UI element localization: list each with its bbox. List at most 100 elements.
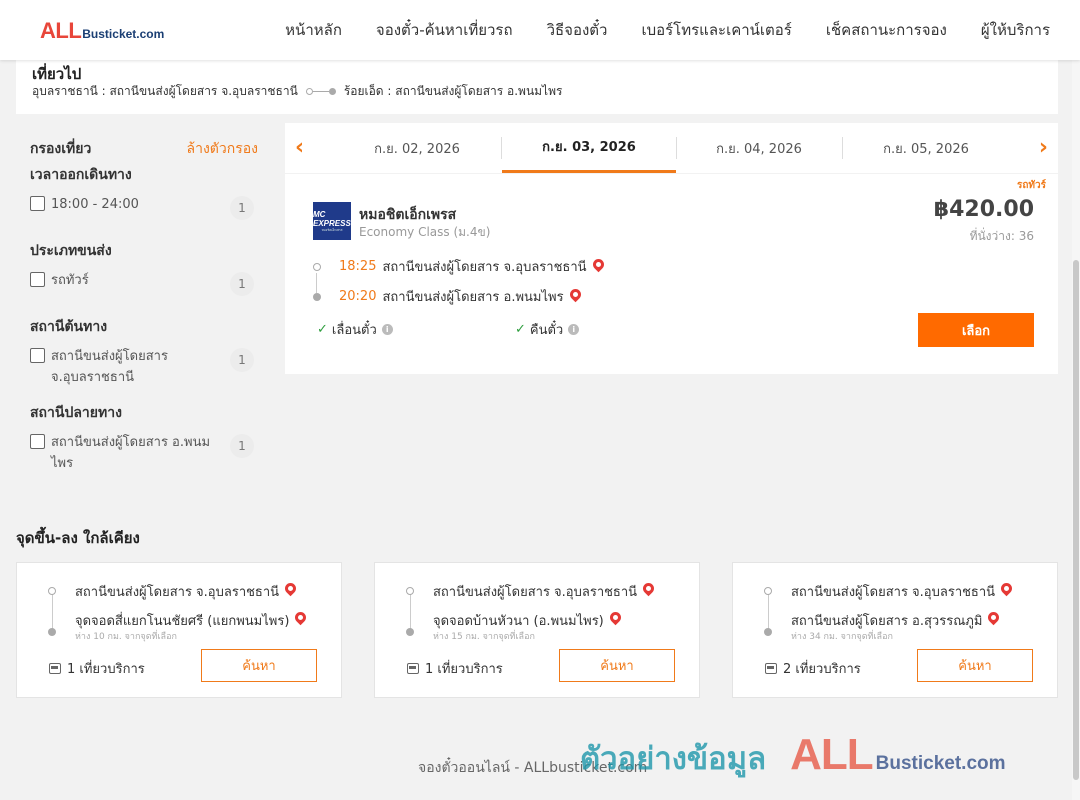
- arrival-station: สถานีขนส่งผู้โดยสาร อ.พนมไพร: [382, 290, 564, 305]
- nav-operators[interactable]: ผู้ให้บริการ: [981, 18, 1050, 42]
- chevron-left-icon[interactable]: ‹: [295, 135, 304, 160]
- nearby-trips: 1 เที่ยวบริการ: [49, 658, 145, 679]
- nearby-search-button[interactable]: ค้นหา: [917, 649, 1033, 682]
- nearby-trips-label: 2 เที่ยวบริการ: [783, 662, 861, 677]
- date-tab[interactable]: ก.ย. 04, 2026: [677, 123, 841, 173]
- operator-logo-text: MC EXPRESS: [313, 209, 351, 228]
- policy-refund-label: คืนตั๋ว: [529, 323, 564, 338]
- nearby-destination-label: จุดจอดสี่แยกโนนชัยศรี (แยกพนมไพร): [75, 614, 290, 629]
- filter-option-label[interactable]: สถานีขนส่งผู้โดยสาร จ.อุบลราชธานี: [51, 346, 211, 388]
- info-icon[interactable]: i: [568, 324, 580, 335]
- filter-count-badge: 1: [230, 434, 254, 458]
- checkbox[interactable]: [30, 434, 45, 449]
- bus-icon: [407, 663, 419, 674]
- nav-book-search[interactable]: จองตั๋ว-ค้นหาเที่ยวรถ: [376, 18, 513, 42]
- date-tab[interactable]: ก.ย. 02, 2026: [333, 123, 501, 173]
- filter-title: กรองเที่ยว: [30, 141, 92, 157]
- date-tab[interactable]: ก.ย. 05, 2026: [843, 123, 1009, 173]
- policy-refund: ✓ คืนตั๋ว i: [515, 319, 580, 340]
- nearby-destination: สถานีขนส่งผู้โดยสาร อ.สุวรรณภูมิ: [791, 609, 1002, 631]
- map-pin-icon[interactable]: [640, 580, 657, 597]
- filter-group-departure-time: เวลาออกเดินทาง 18:00 - 24:00 1: [16, 164, 272, 220]
- map-pin-icon[interactable]: [986, 609, 1002, 626]
- route-connector: [768, 593, 769, 629]
- nearby-origin: สถานีขนส่งผู้โดยสาร จ.อุบลราชธานี: [75, 580, 299, 602]
- nearby-search-button[interactable]: ค้นหา: [559, 649, 675, 682]
- checkbox[interactable]: [30, 348, 45, 363]
- date-tab-active[interactable]: ก.ย. 03, 2026: [502, 123, 676, 173]
- nearby-card: สถานีขนส่งผู้โดยสาร จ.อุบลราชธานี สถานีข…: [732, 562, 1058, 698]
- nearby-origin: สถานีขนส่งผู้โดยสาร จ.อุบลราชธานี: [433, 580, 657, 602]
- origin-dot-icon: [48, 587, 56, 595]
- filter-option[interactable]: สถานีขนส่งผู้โดยสาร อ.พนมไพร 1: [30, 432, 258, 474]
- operator-logo: MC EXPRESS หมอชิตเอ็กเพรส: [313, 202, 351, 240]
- filter-group-title: สถานีต้นทาง: [30, 319, 108, 335]
- transport-type-tag: รถทัวร์: [1016, 180, 1046, 191]
- watermark-rest-text: Busticket.com: [875, 753, 1006, 774]
- filter-group-title: ประเภทขนส่ง: [30, 243, 112, 259]
- nearby-section-title: จุดขึ้น-ลง ใกล้เคียง: [16, 529, 140, 547]
- departure-station: สถานีขนส่งผู้โดยสาร จ.อุบลราชธานี: [382, 260, 587, 275]
- nearby-origin: สถานีขนส่งผู้โดยสาร จ.อุบลราชธานี: [791, 580, 1015, 602]
- check-icon: ✓: [515, 322, 526, 337]
- filter-option-label[interactable]: รถทัวร์: [51, 270, 211, 291]
- sample-watermark: ตัวอย่างข้อมูล ALL Busticket.com: [580, 730, 1006, 783]
- nav-phone-counter[interactable]: เบอร์โทรและเคาน์เตอร์: [641, 18, 791, 42]
- origin-dot-icon: [406, 587, 414, 595]
- route-line: อุบลราชธานี : สถานีขนส่งผู้โดยสาร จ.อุบล…: [32, 82, 562, 101]
- check-icon: ✓: [317, 322, 328, 337]
- watermark-all-text: ALL: [790, 730, 874, 779]
- nearby-trips-label: 1 เที่ยวบริการ: [67, 662, 145, 677]
- departure-time: 18:25: [339, 259, 377, 274]
- site-logo[interactable]: ALL Busticket.com: [40, 18, 164, 44]
- destination-dot-icon: [313, 292, 321, 301]
- map-pin-icon[interactable]: [607, 609, 624, 626]
- chevron-right-icon[interactable]: ›: [1039, 135, 1048, 160]
- arrival-stop: 20:20 สถานีขนส่งผู้โดยสาร อ.พนมไพร: [313, 286, 583, 307]
- nearby-trips: 2 เที่ยวบริการ: [765, 658, 861, 679]
- nearby-origin-label: สถานีขนส่งผู้โดยสาร จ.อุบลราชธานี: [433, 585, 638, 600]
- route-destination: ร้อยเอ็ด : สถานีขนส่งผู้โดยสาร อ.พนมไพร: [343, 84, 563, 98]
- nav-home[interactable]: หน้าหลัก: [285, 18, 342, 42]
- filter-group-title: สถานีปลายทาง: [30, 405, 122, 421]
- filter-option-label[interactable]: 18:00 - 24:00: [51, 194, 211, 215]
- map-pin-icon[interactable]: [282, 580, 299, 597]
- map-pin-icon[interactable]: [293, 609, 309, 626]
- arrival-time: 20:20: [339, 289, 377, 304]
- nearby-destination: จุดจอดบ้านหัวนา (อ.พนมไพร): [433, 609, 624, 631]
- map-pin-icon[interactable]: [567, 286, 583, 303]
- filter-group-destination-station: สถานีปลายทาง สถานีขนส่งผู้โดยสาร อ.พนมไพ…: [16, 402, 272, 474]
- nearby-search-button[interactable]: ค้นหา: [201, 649, 317, 682]
- nav-how-to-book[interactable]: วิธีจองตั๋ว: [547, 18, 608, 42]
- filter-count-badge: 1: [230, 348, 254, 372]
- destination-dot-icon: [406, 628, 414, 636]
- logo-rest-text: Busticket.com: [82, 27, 165, 41]
- trip-result-card: รถทัวร์ MC EXPRESS หมอชิตเอ็กเพรส หมอชิต…: [285, 174, 1058, 374]
- operator-logo-subtext: หมอชิตเอ็กเพรส: [321, 227, 343, 232]
- destination-dot-icon: [48, 628, 56, 636]
- nearby-destination-label: จุดจอดบ้านหัวนา (อ.พนมไพร): [433, 614, 604, 629]
- policy-reschedule: ✓ เลื่อนตั๋ว i: [317, 319, 393, 340]
- filter-option[interactable]: 18:00 - 24:00 1: [30, 194, 258, 220]
- scrollbar-thumb[interactable]: [1073, 260, 1079, 780]
- checkbox[interactable]: [30, 196, 45, 211]
- nearby-destination-label: สถานีขนส่งผู้โดยสาร อ.สุวรรณภูมิ: [791, 614, 983, 629]
- select-trip-button[interactable]: เลือก: [918, 313, 1034, 347]
- nearby-distance: ห่าง 10 กม. จากจุดที่เลือก: [75, 632, 177, 642]
- clear-filter-link[interactable]: ล้างตัวกรอง: [187, 138, 258, 164]
- filter-option[interactable]: สถานีขนส่งผู้โดยสาร จ.อุบลราชธานี 1: [30, 346, 258, 388]
- map-pin-icon[interactable]: [590, 256, 606, 273]
- page-scrollbar[interactable]: [1072, 60, 1080, 800]
- filter-option[interactable]: รถทัวร์ 1: [30, 270, 258, 296]
- map-pin-icon[interactable]: [998, 580, 1015, 597]
- filter-option-label[interactable]: สถานีขนส่งผู้โดยสาร อ.พนมไพร: [51, 432, 211, 474]
- route-summary: เที่ยวไป อุบลราชธานี : สถานีขนส่งผู้โดยส…: [16, 60, 1058, 114]
- logo-all-text: ALL: [40, 18, 82, 43]
- route-origin: อุบลราชธานี : สถานีขนส่งผู้โดยสาร จ.อุบล…: [32, 84, 298, 98]
- seats-available: ที่นั่งว่าง: 36: [969, 229, 1034, 243]
- nearby-distance: ห่าง 15 กม. จากจุดที่เลือก: [433, 632, 535, 642]
- nav-check-status[interactable]: เช็คสถานะการจอง: [826, 18, 947, 42]
- info-icon[interactable]: i: [381, 324, 393, 335]
- route-arrow-icon: [305, 88, 336, 95]
- checkbox[interactable]: [30, 272, 45, 287]
